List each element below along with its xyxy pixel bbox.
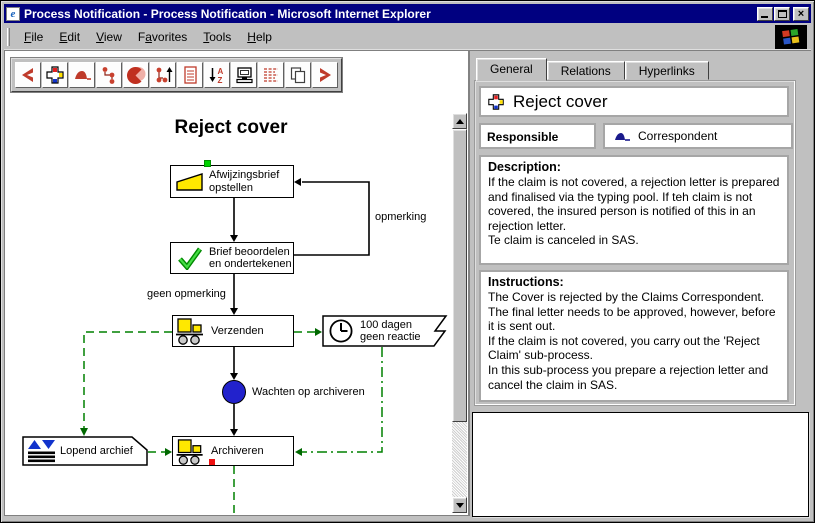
menu-edit[interactable]: Edit [51,27,88,47]
process-header: Reject cover [479,86,789,117]
machine-icon [173,438,211,465]
properties-frame: General Relations Hyperlinks Reject cove… [470,50,811,516]
process-hierarchy-button[interactable] [42,62,68,88]
maximize-icon [778,10,787,18]
correspondent-icon [613,130,631,142]
roll-up-button[interactable] [150,62,176,88]
process-tree-icon [99,65,119,85]
node-afwijzingsbrief-opstellen[interactable]: Afwijzingsbrief opstellen [170,165,294,198]
node-label: Lopend archief [60,445,133,458]
node-verzenden[interactable]: Verzenden [172,315,294,347]
edge-label-opmerking: opmerking [375,211,426,223]
description-body: If the claim is not covered, a rejection… [488,175,780,248]
document-button[interactable] [177,62,203,88]
wait-state-label: Wachten op archiveren [252,386,365,398]
process-icon [487,93,505,111]
process-title: Reject cover [513,92,607,112]
window-title: Process Notification - Process Notificat… [24,7,756,21]
check-icon [171,246,209,270]
sort-az-button[interactable]: AZ [204,62,230,88]
node-label: 100 dagen geen reactie [360,319,432,344]
report-lines-icon [261,65,281,85]
browser-window: e Process Notification - Process Notific… [0,0,815,523]
forward-button[interactable] [312,62,338,88]
diagram-title: Reject cover [5,117,457,139]
frame-container: AZ Reject cover [4,50,811,516]
phase-button[interactable] [69,62,95,88]
scroll-down-button[interactable] [452,497,467,513]
node-label: Verzenden [211,325,264,338]
node-label: Archiveren [211,445,264,458]
instructions-heading: Instructions: [488,275,780,290]
minimize-button[interactable] [757,7,773,21]
edge-label-geen-opmerking: geen opmerking [147,288,226,300]
responsible-value: Correspondent [603,123,793,149]
windows-logo-icon [775,25,807,49]
process-tree-button[interactable] [96,62,122,88]
report-lines-button[interactable] [258,62,284,88]
menu-view[interactable]: View [88,27,130,47]
menu-tools[interactable]: Tools [195,27,239,47]
node-brief-beoordelen[interactable]: Brief beoordelen en ondertekenen [170,242,294,274]
instructions-body: The Cover is rejected by the Claims Corr… [488,290,780,392]
close-button[interactable]: × [793,7,809,21]
description-box: Description: If the claim is not covered… [479,155,789,265]
close-icon: × [794,7,808,21]
wait-state-circle[interactable] [222,380,246,404]
clock-icon [322,318,360,344]
internet-explorer-icon: e [6,7,20,21]
print-button[interactable] [231,62,257,88]
svg-text:A: A [218,67,224,76]
tab-strip: General Relations Hyperlinks [476,58,709,80]
menubar-gripper[interactable] [7,28,10,46]
node-label: Afwijzingsbrief opstellen [209,169,293,194]
tab-relations[interactable]: Relations [547,61,625,80]
minimize-icon [761,16,768,18]
node-lopend-archief[interactable]: Lopend archief [22,436,148,466]
general-tab-panel: Reject cover Responsible Correspondent D… [474,80,796,406]
diagram-frame: AZ Reject cover [4,50,470,516]
sort-az-icon: AZ [207,65,227,85]
tab-general[interactable]: General [476,58,547,81]
machine-icon [173,317,211,345]
forward-icon [315,65,335,85]
letter-icon [171,171,209,193]
menu-bar: File Edit View Favorites Tools Help [4,24,811,50]
back-button[interactable] [15,62,41,88]
tab-hyperlinks[interactable]: Hyperlinks [625,61,709,80]
pie-chart-icon [126,65,146,85]
title-bar: e Process Notification - Process Notific… [4,4,811,23]
menu-file[interactable]: File [16,27,51,47]
description-heading: Description: [488,160,780,175]
back-icon [18,65,38,85]
print-icon [234,65,254,85]
menu-favorites[interactable]: Favorites [130,27,195,47]
lower-detail-pane [472,412,809,517]
diagram-toolbar: AZ [11,58,342,92]
maximize-button[interactable] [774,7,790,21]
arrow-up-icon [456,119,464,124]
copy-icon [288,65,308,85]
document-icon [180,65,200,85]
pie-chart-button[interactable] [123,62,149,88]
roll-up-icon [153,65,173,85]
svg-text:Z: Z [218,76,223,85]
instructions-box: Instructions: The Cover is rejected by t… [479,270,789,402]
phase-icon [72,65,92,85]
responsible-label: Responsible [479,123,596,149]
scroll-up-button[interactable] [452,113,467,129]
copy-button[interactable] [285,62,311,88]
node-100-dagen-geen-reactie[interactable]: 100 dagen geen reactie [322,315,448,347]
scrollbar-thumb[interactable] [452,129,467,422]
archive-icon [22,438,60,464]
process-hierarchy-icon [45,65,65,85]
arrow-down-icon [456,503,464,508]
green-status-flag [204,160,211,167]
diagram-vertical-scrollbar[interactable] [452,113,467,513]
menu-help[interactable]: Help [239,27,280,47]
node-label: Brief beoordelen en ondertekenen [209,246,293,271]
process-diagram: Reject cover [5,51,457,515]
responsible-value-text: Correspondent [638,129,717,143]
node-archiveren[interactable]: Archiveren [172,436,294,466]
